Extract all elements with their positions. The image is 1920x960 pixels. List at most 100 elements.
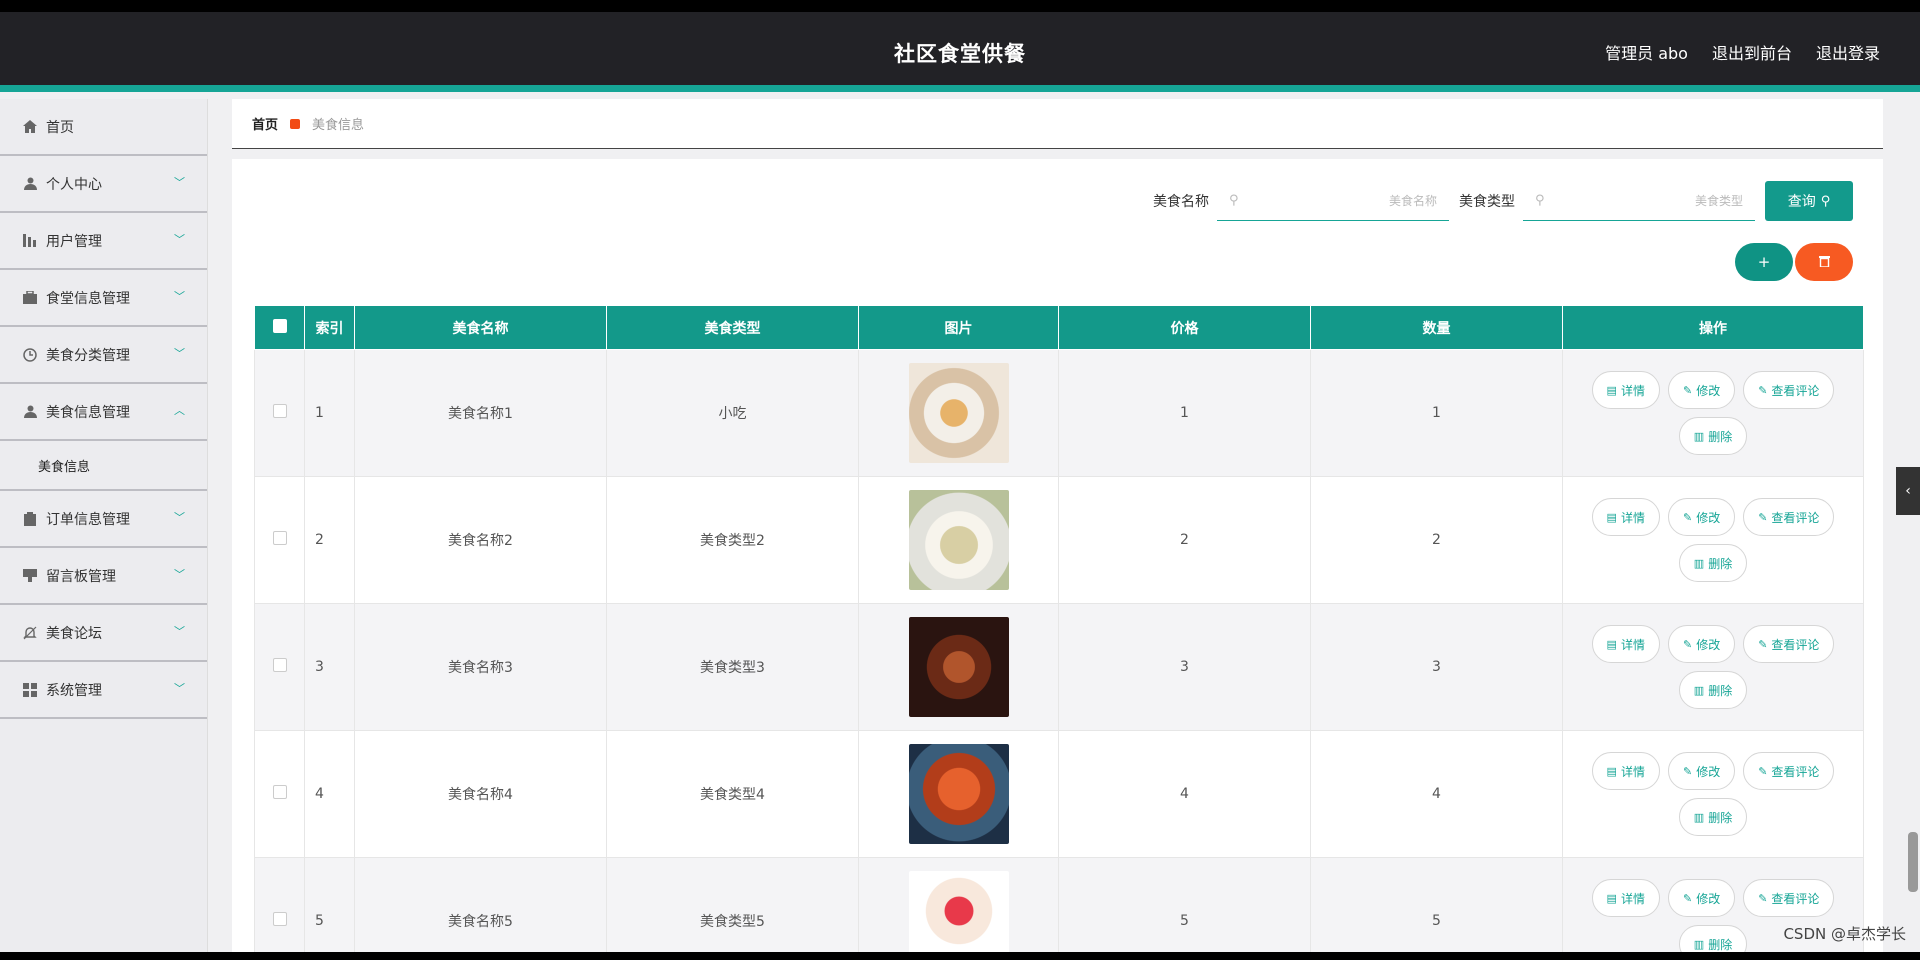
pencil-icon: ✎	[1682, 764, 1693, 778]
edit-button[interactable]: ✎ 修改	[1667, 371, 1736, 409]
sidebar-item-message-board[interactable]: 留言板管理 ﹀	[0, 548, 207, 605]
row-checkbox[interactable]	[272, 404, 287, 418]
delete-button[interactable]: ▥ 删除	[1678, 798, 1748, 836]
top-links: 管理员 abo 退出到前台 退出登录	[1605, 40, 1880, 64]
column-header: 索引	[304, 305, 355, 350]
briefcase-icon	[22, 291, 38, 305]
exit-to-frontend-link[interactable]: 退出到前台	[1712, 40, 1792, 64]
food-name-search-input[interactable]: ⚲ 美食名称	[1217, 181, 1449, 221]
food-name-cell: 美食名称2	[354, 476, 607, 604]
logout-link[interactable]: 退出登录	[1816, 40, 1880, 64]
content-panel: 美食名称 ⚲ 美食名称 美食类型 ⚲ 美食类型 查询 ⚲ + 索引 美食名称 美…	[232, 159, 1883, 952]
edit-button[interactable]: ✎ 修改	[1667, 498, 1736, 536]
chevron-down-icon: ﹀	[174, 233, 185, 246]
sidebar-item-user-management[interactable]: 用户管理 ﹀	[0, 213, 207, 270]
detail-button[interactable]: ▤ 详情	[1591, 752, 1660, 790]
chevron-down-icon: ﹀	[174, 511, 185, 524]
detail-button[interactable]: ▤ 详情	[1591, 371, 1660, 409]
sidebar-item-canteen-management[interactable]: 食堂信息管理 ﹀	[0, 270, 207, 327]
sidebar-item-label: 订单信息管理	[46, 511, 130, 528]
select-all-checkbox[interactable]	[272, 318, 287, 333]
sidebar-item-home[interactable]: 首页	[0, 99, 207, 156]
chart-icon	[22, 234, 38, 248]
row-actions: ▤ 详情 ✎ 修改 ✎ 查看评论 ▥ 删除	[1583, 371, 1843, 455]
sidebar-item-label: 个人中心	[46, 176, 102, 193]
edit-button[interactable]: ✎ 修改	[1667, 879, 1736, 917]
delete-button[interactable]: ▥ 删除	[1678, 671, 1748, 709]
row-checkbox[interactable]	[272, 658, 287, 672]
row-select-cell	[254, 857, 305, 952]
delete-button[interactable]: ▥ 删除	[1678, 544, 1748, 582]
sidebar-item-order-management[interactable]: 订单信息管理 ﹀	[0, 491, 207, 548]
quantity-cell: 5	[1310, 857, 1563, 952]
pencil-icon: ✎	[1758, 764, 1768, 778]
breadcrumb-home[interactable]: 首页	[252, 114, 278, 133]
sidebar-subitem-food-info[interactable]: 美食信息	[0, 441, 207, 491]
edit-button[interactable]: ✎ 修改	[1667, 625, 1736, 663]
batch-delete-button[interactable]	[1795, 243, 1853, 281]
sidebar-item-label: 系统管理	[46, 682, 102, 699]
index-cell: 5	[304, 857, 355, 952]
trash-icon	[1818, 253, 1830, 271]
delete-label: 删除	[1708, 556, 1733, 571]
main-content: 首页 美食信息 美食名称 ⚲ 美食名称 美食类型 ⚲ 美食类型 查询 ⚲ + 索…	[232, 99, 1883, 952]
clipboard-icon	[22, 511, 38, 526]
view-comments-button[interactable]: ✎ 查看评论	[1743, 498, 1835, 536]
delete-label: 删除	[1708, 429, 1733, 444]
delete-button[interactable]: ▥ 删除	[1678, 925, 1748, 952]
food-type-search-input[interactable]: ⚲ 美食类型	[1523, 181, 1755, 221]
detail-button[interactable]: ▤ 详情	[1591, 498, 1660, 536]
delete-button[interactable]: ▥ 删除	[1678, 417, 1748, 455]
food-image	[908, 871, 1009, 952]
query-button[interactable]: 查询 ⚲	[1765, 181, 1853, 221]
app-window: 社区食堂供餐 管理员 abo 退出到前台 退出登录 首页 个人中心 ﹀ 用户管理	[0, 12, 1920, 952]
price-cell: 1	[1058, 349, 1311, 477]
row-checkbox[interactable]	[272, 785, 287, 799]
price-cell: 4	[1058, 730, 1311, 858]
quantity-cell: 4	[1310, 730, 1563, 858]
detail-button[interactable]: ▤ 详情	[1591, 625, 1660, 663]
sidebar-item-personal-center[interactable]: 个人中心 ﹀	[0, 156, 207, 213]
view-comments-button[interactable]: ✎ 查看评论	[1743, 371, 1835, 409]
view-comments-button[interactable]: ✎ 查看评论	[1743, 879, 1835, 917]
chevron-down-icon: ﹀	[174, 290, 185, 303]
view-comments-button[interactable]: ✎ 查看评论	[1743, 752, 1835, 790]
edit-label: 修改	[1696, 764, 1721, 779]
food-type-label: 美食类型	[1459, 194, 1515, 210]
admin-user-link[interactable]: 管理员 abo	[1605, 40, 1688, 64]
sidebar-item-system-management[interactable]: 系统管理 ﹀	[0, 662, 207, 719]
image-cell	[858, 476, 1059, 604]
sidebar-item-food-forum[interactable]: 美食论坛 ﹀	[0, 605, 207, 662]
sidebar-item-food-info-management[interactable]: 美食信息管理 ︿	[0, 384, 207, 441]
view-comments-button[interactable]: ✎ 查看评论	[1743, 625, 1835, 663]
food-name-cell: 美食名称4	[354, 730, 607, 858]
index-cell: 2	[304, 476, 355, 604]
row-checkbox[interactable]	[272, 531, 287, 545]
page-scrollbar-thumb[interactable]	[1908, 832, 1918, 892]
delete-label: 删除	[1708, 810, 1733, 825]
sidebar: 首页 个人中心 ﹀ 用户管理 ﹀ 食堂信息管理 ﹀ 美食分类管理 ﹀ 美食信息管…	[0, 99, 208, 952]
chevron-up-icon: ︿	[174, 404, 185, 417]
column-header: 图片	[858, 305, 1059, 350]
comments-label: 查看评论	[1771, 891, 1820, 906]
sidebar-item-food-category[interactable]: 美食分类管理 ﹀	[0, 327, 207, 384]
trash-icon: ▥	[1693, 810, 1705, 824]
image-cell	[858, 857, 1059, 952]
index-cell: 3	[304, 603, 355, 731]
row-actions: ▤ 详情 ✎ 修改 ✎ 查看评论 ▥ 删除	[1583, 625, 1843, 709]
add-button[interactable]: +	[1735, 243, 1793, 281]
food-type-placeholder: 美食类型	[1694, 194, 1743, 208]
detail-button[interactable]: ▤ 详情	[1591, 879, 1660, 917]
pencil-icon: ✎	[1682, 891, 1693, 905]
chevron-down-icon: ﹀	[174, 625, 185, 638]
sidebar-item-label: 留言板管理	[46, 568, 116, 585]
comments-label: 查看评论	[1771, 510, 1820, 525]
table-row: 5 美食名称5 美食类型5 5 5 ▤ 详情 ✎ 修改 ✎ 查看评论 ▥ 删除	[254, 857, 1864, 952]
quantity-cell: 2	[1310, 476, 1563, 604]
sidebar-item-label: 食堂信息管理	[46, 290, 130, 307]
column-header: 美食类型	[606, 305, 859, 350]
collapse-panel-tab[interactable]: ‹	[1896, 467, 1920, 515]
edit-button[interactable]: ✎ 修改	[1667, 752, 1736, 790]
column-header: 数量	[1310, 305, 1563, 350]
row-checkbox[interactable]	[272, 912, 287, 926]
